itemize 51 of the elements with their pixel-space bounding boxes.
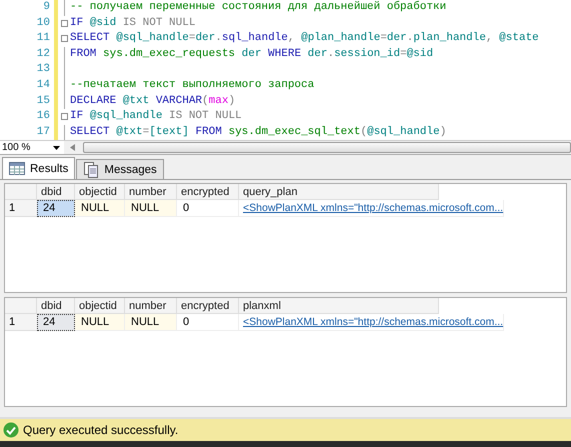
table-cell: 24 [37,200,75,217]
column-header[interactable]: objectid [75,298,125,314]
column-header[interactable]: planxml [239,298,439,314]
table-cell: 24 [37,314,75,331]
column-header[interactable]: number [125,184,177,200]
line-number: 13 [36,62,51,78]
table-cell: 0 [177,200,239,217]
code-line: SELECT @txt=[text] FROM sys.dm_exec_sql_text(@sql_handle) [70,126,446,138]
table-cell: NULL [125,314,177,331]
document-icon [83,162,100,178]
line-number: 15 [36,94,51,109]
column-header[interactable]: dbid [37,298,75,314]
results-tab[interactable]: Results [2,157,76,179]
collapse-icon[interactable] [60,35,68,42]
table-cell: NULL [75,200,125,217]
collapse-icon[interactable] [60,113,68,120]
collapse-icon[interactable] [60,20,68,27]
scroll-left-icon [70,144,75,151]
results-tab[interactable]: Messages [76,159,164,179]
line-number: 17 [36,124,51,140]
line-number: 14 [36,78,51,93]
column-header[interactable]: dbid [37,184,75,200]
column-header[interactable]: number [125,298,177,314]
table-cell: 0 [177,314,239,331]
column-header[interactable]: encrypted [177,184,239,200]
check-icon [3,422,19,438]
code-line: IF @sql_handle IS NOT NULL [70,110,242,122]
line-number: 11 [36,31,51,46]
line-number: 9 [42,0,51,15]
code-line: -- получаем переменные состояния для дальнейшей обработки [70,1,446,13]
code-line: SELECT @sql_handle=der.sql_handle, @plan_handle=der.plan_handle, @state [70,32,539,44]
code-line: --печатаем текст выполняемого запроса [70,78,314,91]
table-cell: NULL [75,314,125,331]
xml-link[interactable]: <ShowPlanXML xmlns="http://schemas.microsoft.com... [239,200,504,217]
line-number: 16 [36,109,51,124]
xml-link[interactable]: <ShowPlanXML xmlns="http://schemas.microsoft.com... [239,314,504,331]
row-number: 1 [5,200,37,217]
column-header[interactable]: query_plan [239,184,439,200]
status-message: Query executed successfully. [23,423,178,437]
line-number: 10 [36,16,51,31]
line-number: 12 [36,46,51,62]
code-line: FROM sys.dm_exec_requests der WHERE der.session_id=@sid [70,48,434,60]
table-cell: NULL [125,200,177,217]
row-number: 1 [5,314,37,331]
caret-icon [53,146,60,150]
zoom-dropdown[interactable]: 100 % [0,141,64,154]
grid-icon [9,162,25,175]
column-header[interactable]: objectid [75,184,125,200]
column-header[interactable]: encrypted [177,298,239,314]
code-line: IF @sid IS NOT NULL [70,16,196,29]
code-line: DECLARE @txt VARCHAR(max) [70,94,236,107]
